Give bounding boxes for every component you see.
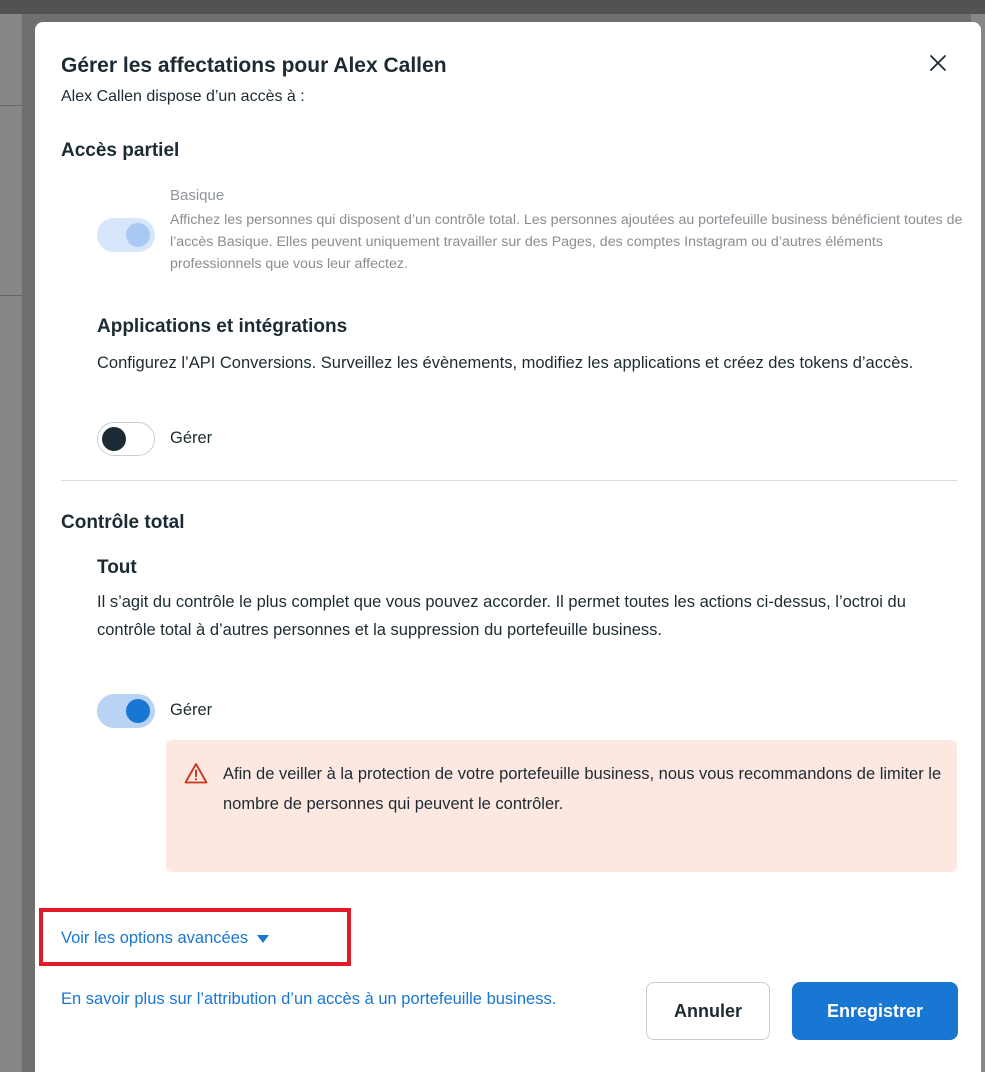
backdrop-divider [0,105,22,106]
all-control-description: Il s’agit du contrôle le plus complet qu… [97,593,906,639]
apps-integrations-description: Configurez l’API Conversions. Surveillez… [97,354,914,372]
apps-integrations-toggle[interactable] [97,422,155,456]
warning-triangle-icon [184,763,208,784]
close-button[interactable] [925,50,951,76]
advanced-options-label: Voir les options avancées [61,929,249,947]
apps-integrations-heading: Applications et intégrations [97,316,348,337]
warning-notice: Afin de veiller à la protection de votre… [166,740,957,872]
backdrop-left [0,14,22,1072]
toggle-knob [126,699,150,723]
learn-more-link[interactable]: En savoir plus sur l’attribution d’un ac… [61,984,631,1014]
caret-down-icon [257,934,270,943]
section-divider [61,480,957,481]
basic-access-description: Affichez les personnes qui disposent d’u… [170,212,963,272]
basic-access-toggle[interactable] [97,218,155,252]
all-control-heading: Tout [97,557,137,578]
dialog-subtitle: Alex Callen dispose d’un accès à : [61,88,305,105]
toggle-knob [126,223,150,247]
warning-text: Afin de veiller à la protection de votre… [223,765,942,813]
apps-manage-label: Gérer [170,429,213,447]
partial-access-heading: Accès partiel [61,140,180,161]
backdrop-top [0,0,985,14]
advanced-options-link[interactable]: Voir les options avancées [61,929,270,948]
full-control-manage-label: Gérer [170,701,213,719]
toggle-knob [102,427,126,451]
assignments-dialog: Gérer les affectations pour Alex Callen … [35,22,981,1072]
full-control-toggle[interactable] [97,694,155,728]
cancel-button[interactable]: Annuler [646,982,770,1040]
save-button[interactable]: Enregistrer [792,982,958,1040]
dialog-title: Gérer les affectations pour Alex Callen [61,54,447,77]
full-control-heading: Contrôle total [61,512,185,533]
close-icon [930,55,946,71]
basic-access-label: Basique [170,187,225,204]
backdrop-divider [0,295,22,296]
